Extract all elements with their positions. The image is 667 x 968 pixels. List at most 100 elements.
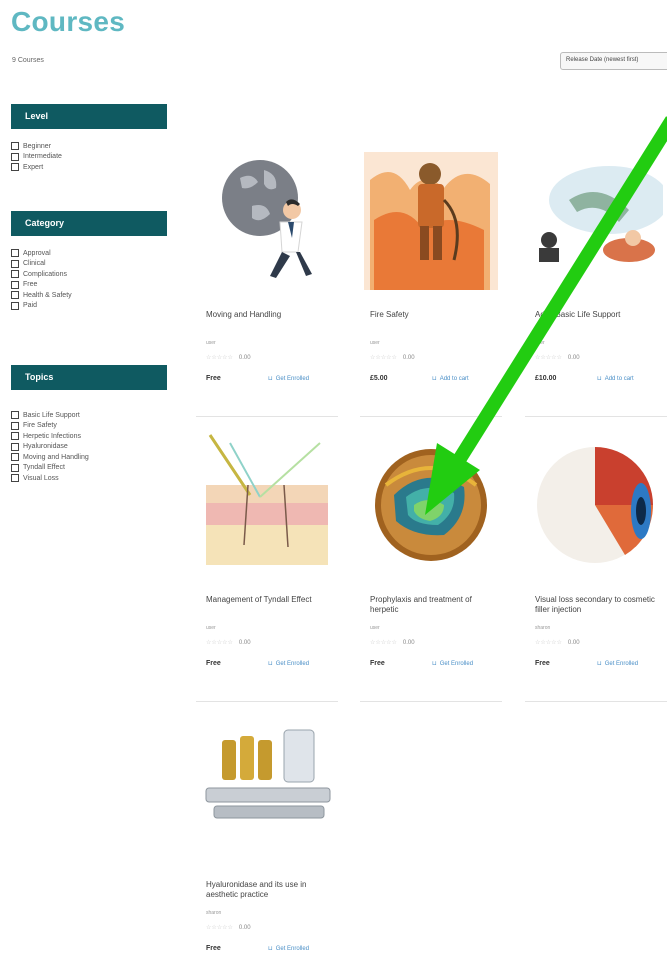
page-title: Courses xyxy=(11,6,126,37)
checkbox[interactable] xyxy=(11,421,19,430)
course-count: 9 Courses xyxy=(12,57,44,64)
get-enrolled-button[interactable]: ⊔ Get Enrolled xyxy=(432,660,473,667)
course-price: Free xyxy=(535,660,550,667)
filter-option-herpetic-infections[interactable]: Herpetic Infections xyxy=(11,431,167,442)
rating: ☆☆☆☆☆ 0.00 xyxy=(206,639,251,647)
course-title[interactable]: Visual loss secondary to cosmetic filler… xyxy=(535,595,663,615)
card-divider xyxy=(360,416,502,417)
virus-cell-illustration[interactable] xyxy=(364,425,498,575)
checkbox[interactable] xyxy=(11,474,19,483)
course-title[interactable]: Hyaluronidase and its use in aesthetic p… xyxy=(206,880,334,900)
get-enrolled-button[interactable]: ⊔ Get Enrolled xyxy=(597,660,638,667)
cart-icon: ⊔ xyxy=(597,376,602,382)
filter-option-tyndall-effect[interactable]: Tyndall Effect xyxy=(11,463,167,474)
checkbox[interactable] xyxy=(11,280,19,289)
course-author: user xyxy=(206,625,216,631)
get-enrolled-button[interactable]: ⊔ Get Enrolled xyxy=(268,375,309,382)
course-title[interactable]: Adult Basic Life Support xyxy=(535,310,663,320)
filter-option-moving-and-handling[interactable]: Moving and Handling xyxy=(11,452,167,463)
filter-header-level: Level xyxy=(11,104,167,129)
card-divider xyxy=(525,701,667,702)
cart-icon: ⊔ xyxy=(432,376,437,382)
add-to-cart-button[interactable]: ⊔ Add to cart xyxy=(432,375,469,382)
star-icon: ☆☆☆☆☆ xyxy=(206,925,233,931)
course-price: £5.00 xyxy=(370,375,388,382)
rating: ☆☆☆☆☆ 0.00 xyxy=(535,639,580,647)
course-card-herpetic[interactable]: Prophylaxis and treatment of herpetic us… xyxy=(360,425,502,702)
globe-carrier-illustration[interactable] xyxy=(200,140,334,290)
course-card-fire-safety[interactable]: Fire Safety user ☆☆☆☆☆ 0.00 £5.00 ⊔ Add to… xyxy=(360,140,502,417)
filter-option-beginner[interactable]: Beginner xyxy=(11,141,167,152)
checkbox[interactable] xyxy=(11,152,19,161)
eye-cross-section-illustration[interactable] xyxy=(529,425,663,575)
filter-category: Category Approval Clinical Complications… xyxy=(11,211,167,311)
course-title[interactable]: Fire Safety xyxy=(370,310,498,320)
filter-option-expert[interactable]: Expert xyxy=(11,162,167,173)
cart-icon: ⊔ xyxy=(268,376,273,382)
filter-option-hyaluronidase[interactable]: Hyaluronidase xyxy=(11,442,167,453)
rating: ☆☆☆☆☆ 0.00 xyxy=(370,354,415,362)
filter-level: Level Beginner Intermediate Expert xyxy=(11,104,167,173)
filter-header-topics: Topics xyxy=(11,365,167,390)
filter-option-health-safety[interactable]: Health & Safety xyxy=(11,290,167,301)
course-title[interactable]: Prophylaxis and treatment of herpetic xyxy=(370,595,498,615)
course-author: user xyxy=(370,340,380,346)
filter-option-clinical[interactable]: Clinical xyxy=(11,259,167,270)
course-card-tyndall-effect[interactable]: Management of Tyndall Effect user ☆☆☆☆☆ 0… xyxy=(196,425,338,702)
checkbox[interactable] xyxy=(11,442,19,451)
card-divider xyxy=(196,416,338,417)
checkbox[interactable] xyxy=(11,142,19,151)
star-icon: ☆☆☆☆☆ xyxy=(535,640,562,646)
filter-option-free[interactable]: Free xyxy=(11,280,167,291)
course-author: sharon xyxy=(535,625,551,631)
checkbox[interactable] xyxy=(11,301,19,310)
checkbox[interactable] xyxy=(11,249,19,258)
checkbox[interactable] xyxy=(11,463,19,472)
checkbox[interactable] xyxy=(11,259,19,268)
star-icon: ☆☆☆☆☆ xyxy=(370,355,397,361)
filter-header-category: Category xyxy=(11,211,167,236)
syringe-vials-illustration[interactable] xyxy=(200,710,334,860)
checkbox[interactable] xyxy=(11,453,19,462)
rating: ☆☆☆☆☆ 0.00 xyxy=(206,924,251,932)
skin-layers-illustration[interactable] xyxy=(200,425,334,575)
filter-option-basic-life-support[interactable]: Basic Life Support xyxy=(11,410,167,421)
checkbox[interactable] xyxy=(11,163,19,172)
course-author: user xyxy=(370,625,380,631)
course-title[interactable]: Management of Tyndall Effect xyxy=(206,595,334,605)
course-card-basic-life-support[interactable]: Adult Basic Life Support user ☆☆☆☆☆ 0.00 … xyxy=(525,140,667,417)
filter-option-complications[interactable]: Complications xyxy=(11,269,167,280)
get-enrolled-button[interactable]: ⊔ Get Enrolled xyxy=(268,945,309,952)
filter-option-paid[interactable]: Paid xyxy=(11,301,167,312)
course-title[interactable]: Moving and Handling xyxy=(206,310,334,320)
star-icon: ☆☆☆☆☆ xyxy=(206,355,233,361)
course-author: user xyxy=(206,340,216,346)
cpr-illustration[interactable] xyxy=(529,140,663,290)
checkbox[interactable] xyxy=(11,291,19,300)
checkbox[interactable] xyxy=(11,411,19,420)
filter-option-approval[interactable]: Approval xyxy=(11,248,167,259)
course-author: sharon xyxy=(206,910,222,916)
course-card-visual-loss[interactable]: Visual loss secondary to cosmetic filler… xyxy=(525,425,667,702)
filter-option-intermediate[interactable]: Intermediate xyxy=(11,152,167,163)
checkbox[interactable] xyxy=(11,270,19,279)
course-price: Free xyxy=(206,375,221,382)
checkbox[interactable] xyxy=(11,432,19,441)
firefighter-illustration[interactable] xyxy=(364,140,498,290)
course-author: user xyxy=(535,340,545,346)
course-price: Free xyxy=(206,945,221,952)
get-enrolled-button[interactable]: ⊔ Get Enrolled xyxy=(268,660,309,667)
course-card-hyaluronidase[interactable]: Hyaluronidase and its use in aesthetic p… xyxy=(196,710,338,968)
filter-option-visual-loss[interactable]: Visual Loss xyxy=(11,473,167,484)
course-price: Free xyxy=(206,660,221,667)
cart-icon: ⊔ xyxy=(597,661,602,667)
sort-select[interactable]: Release Date (newest first) xyxy=(560,52,667,70)
course-price: Free xyxy=(370,660,385,667)
course-price: £10.00 xyxy=(535,375,557,382)
cart-icon: ⊔ xyxy=(268,946,273,952)
rating: ☆☆☆☆☆ 0.00 xyxy=(370,639,415,647)
add-to-cart-button[interactable]: ⊔ Add to cart xyxy=(597,375,634,382)
cart-icon: ⊔ xyxy=(432,661,437,667)
course-card-moving-handling[interactable]: Moving and Handling user ☆☆☆☆☆ 0.00 Free … xyxy=(196,140,338,417)
filter-option-fire-safety[interactable]: Fire Safety xyxy=(11,421,167,432)
